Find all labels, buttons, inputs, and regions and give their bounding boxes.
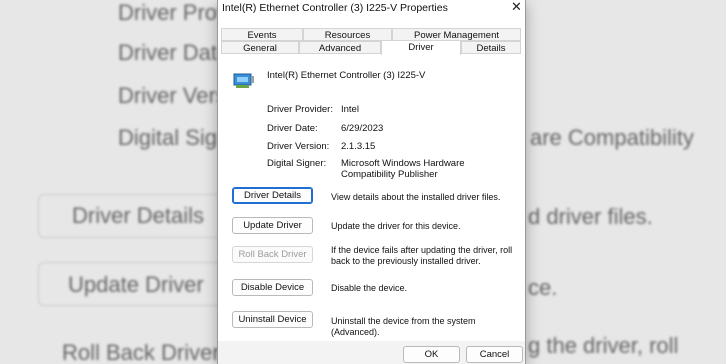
- network-adapter-icon: [233, 73, 254, 88]
- uninstall-device-description: Uninstall the device from the system (Ad…: [331, 316, 476, 337]
- driver-date-label: Driver Date:: [267, 123, 318, 134]
- disable-device-button[interactable]: Disable Device: [232, 279, 313, 296]
- close-icon[interactable]: ✕: [511, 0, 522, 15]
- tab-events[interactable]: Events: [221, 28, 303, 41]
- ok-button[interactable]: OK: [403, 346, 460, 363]
- driver-version-label: Driver Version:: [267, 141, 330, 152]
- properties-dialog: Intel(R) Ethernet Controller (3) I225-V …: [218, 0, 525, 364]
- title-bar: Intel(R) Ethernet Controller (3) I225-V …: [218, 0, 525, 18]
- driver-details-description: View details about the installed driver …: [331, 192, 501, 202]
- device-name: Intel(R) Ethernet Controller (3) I225-V: [267, 70, 426, 81]
- update-driver-description: Update the driver for this device.: [331, 221, 461, 231]
- cancel-button[interactable]: Cancel: [466, 346, 523, 363]
- digital-signer-label: Digital Signer:: [267, 158, 327, 169]
- dialog-title: Intel(R) Ethernet Controller (3) I225-V …: [222, 2, 448, 14]
- driver-details-button[interactable]: Driver Details: [232, 187, 313, 204]
- tab-advanced[interactable]: Advanced: [299, 41, 381, 54]
- uninstall-device-button[interactable]: Uninstall Device: [232, 311, 313, 328]
- tab-resources[interactable]: Resources: [303, 28, 392, 41]
- disable-device-description: Disable the device.: [331, 283, 408, 293]
- digital-signer-value: Microsoft Windows Hardware Compatibility…: [341, 158, 465, 180]
- driver-version-value: 2.1.3.15: [341, 141, 376, 152]
- update-driver-button[interactable]: Update Driver: [232, 217, 313, 234]
- tab-details[interactable]: Details: [461, 41, 521, 54]
- driver-provider-label: Driver Provider:: [267, 104, 333, 115]
- roll-back-driver-button[interactable]: Roll Back Driver: [232, 246, 313, 263]
- tab-driver[interactable]: Driver: [381, 40, 461, 55]
- tab-general[interactable]: General: [221, 41, 299, 54]
- roll-back-driver-description: If the device fails after updating the d…: [331, 245, 513, 266]
- driver-date-value: 6/29/2023: [341, 123, 384, 134]
- driver-provider-value: Intel: [341, 104, 359, 115]
